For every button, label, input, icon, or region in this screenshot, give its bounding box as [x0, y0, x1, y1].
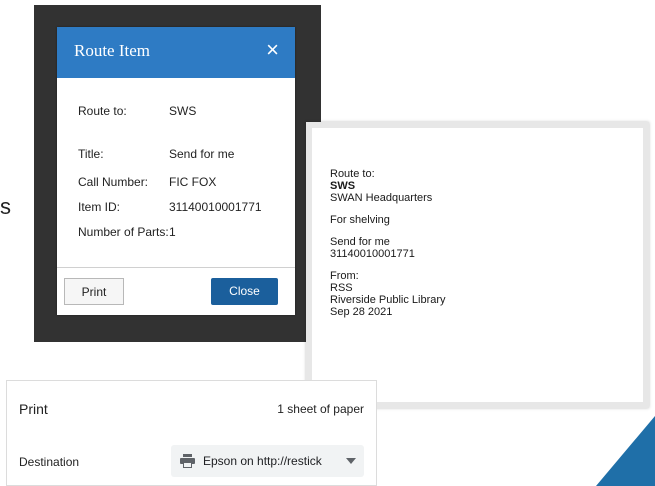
- chevron-down-icon: [346, 458, 356, 464]
- close-button[interactable]: Close: [211, 278, 278, 305]
- dialog-header: Route Item ×: [57, 27, 295, 78]
- print-settings-panel: Print 1 sheet of paper Destination Epson…: [6, 380, 377, 486]
- slip-route-label: Route to:: [330, 168, 375, 180]
- slip-title: Send for me: [330, 236, 390, 248]
- route-item-dialog: Route Item × Route to: SWS Title: Send f…: [57, 27, 295, 315]
- slip-from-name: Riverside Public Library: [330, 294, 446, 306]
- route-to-value: SWS: [169, 104, 197, 118]
- slip-date: Sep 28 2021: [330, 306, 393, 318]
- slip-route-code: SWS: [330, 180, 356, 192]
- call-number-value: FIC FOX: [169, 175, 217, 189]
- stray-text: s: [0, 194, 11, 219]
- dialog-footer: Print Close: [57, 267, 295, 316]
- title-value: Send for me: [169, 147, 235, 161]
- item-id-label: Item ID:: [78, 200, 121, 214]
- destination-label: Destination: [19, 455, 80, 469]
- print-button[interactable]: Print: [64, 278, 124, 305]
- close-icon[interactable]: ×: [266, 39, 279, 61]
- number-of-parts-label: Number of Parts:: [78, 225, 169, 239]
- decorative-triangle: [596, 416, 655, 486]
- slip-text: Route to: SWS SWAN Headquarters For shel…: [330, 168, 446, 318]
- slip-from-code: RSS: [330, 282, 353, 294]
- slip-from-label: From:: [330, 270, 359, 282]
- routing-slip-preview: Route to: SWS SWAN Headquarters For shel…: [306, 122, 649, 408]
- slip-purpose: For shelving: [330, 214, 390, 226]
- route-to-label: Route to:: [78, 104, 127, 118]
- item-id-value: 31140010001771: [169, 200, 262, 214]
- title-label: Title:: [78, 147, 104, 161]
- call-number-label: Call Number:: [78, 175, 149, 189]
- slip-item-id: 31140010001771: [330, 248, 415, 260]
- printer-icon: [180, 454, 195, 468]
- sheet-count: 1 sheet of paper: [277, 402, 364, 416]
- dialog-body: Route to: SWS Title: Send for me Call Nu…: [57, 78, 295, 268]
- print-panel-title: Print: [19, 401, 48, 417]
- number-of-parts-value: 1: [169, 225, 176, 239]
- destination-value: Epson on http://restick: [203, 454, 322, 468]
- slip-route-name: SWAN Headquarters: [330, 192, 433, 204]
- destination-select[interactable]: Epson on http://restick: [171, 445, 364, 477]
- dialog-title: Route Item: [74, 41, 151, 60]
